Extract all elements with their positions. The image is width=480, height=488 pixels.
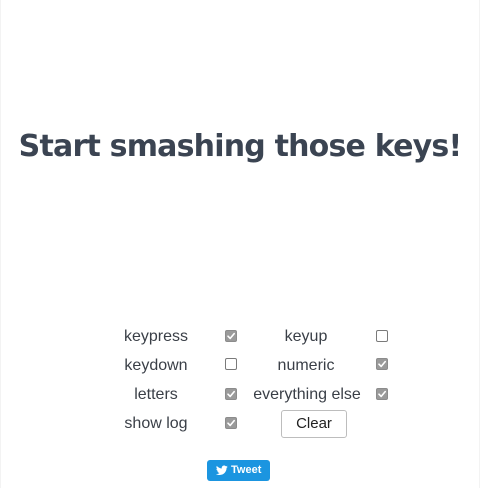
- option-label-letters: letters: [134, 386, 178, 403]
- page-frame: [0, 0, 480, 488]
- option-label-keypress: keypress: [123, 328, 189, 345]
- option-label-keyup: keyup: [284, 328, 328, 345]
- twitter-bird-icon: [216, 465, 228, 475]
- checkbox-numeric[interactable]: [376, 358, 388, 370]
- checkbox-everything-else[interactable]: [376, 388, 388, 400]
- option-label-numeric: numeric: [277, 357, 335, 374]
- checkbox-show-log[interactable]: [225, 417, 237, 429]
- checkmark-icon: [378, 390, 386, 398]
- option-label-everything-else: everything else: [253, 386, 361, 403]
- checkmark-icon: [378, 360, 386, 368]
- checkmark-icon: [227, 390, 235, 398]
- page-title: Start smashing those keys!: [18, 129, 462, 164]
- checkbox-keyup[interactable]: [376, 330, 388, 342]
- checkmark-icon: [227, 419, 235, 427]
- clear-button[interactable]: Clear: [281, 410, 347, 438]
- checkbox-keydown[interactable]: [225, 358, 237, 370]
- option-label-show-log: show log: [124, 415, 188, 432]
- checkbox-letters[interactable]: [225, 388, 237, 400]
- tweet-label: Tweet: [231, 464, 262, 476]
- tweet-button[interactable]: Tweet: [207, 460, 270, 481]
- checkbox-keypress[interactable]: [225, 330, 237, 342]
- checkmark-icon: [227, 332, 235, 340]
- option-label-keydown: keydown: [124, 357, 188, 374]
